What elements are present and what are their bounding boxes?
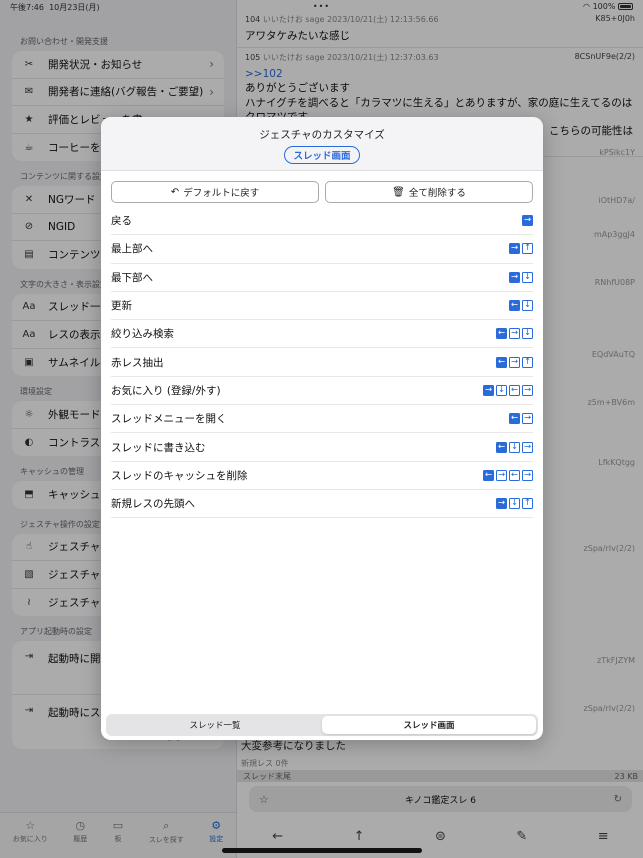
gesture-row[interactable]: 更新 ← ↓	[111, 292, 533, 321]
battery-icon	[618, 3, 633, 10]
arrow-icon: →	[522, 413, 533, 425]
gesture-arrows: → ↓ ← →	[483, 384, 533, 396]
multitask-dots[interactable]: •••	[313, 2, 330, 11]
gesture-row[interactable]: お気に入り (登録/外す) → ↓ ← →	[111, 377, 533, 406]
gesture-label: 更新	[111, 300, 132, 313]
gesture-row[interactable]: 赤レス抽出 ← → ↑	[111, 348, 533, 377]
arrow-icon: →	[522, 215, 533, 227]
arrow-icon: ←	[509, 384, 520, 396]
gesture-arrows: ← →	[509, 413, 533, 425]
gesture-arrows: ← → ↓	[496, 328, 533, 340]
delete-all-label: 全て削除する	[408, 188, 466, 199]
gesture-arrows: → ↑	[509, 243, 533, 255]
gesture-label: スレッドメニューを開く	[111, 413, 227, 426]
gesture-arrows: ← → ← →	[483, 469, 533, 481]
delete-all-button[interactable]: 🗑 全て削除する	[325, 181, 533, 203]
gesture-label: 最上部へ	[111, 243, 153, 256]
arrow-icon: ↓	[522, 300, 533, 312]
arrow-icon: →	[483, 384, 494, 396]
arrow-icon: →	[496, 498, 507, 510]
arrow-icon: →	[522, 384, 533, 396]
arrow-icon: →	[522, 469, 533, 481]
modal-title: ジェスチャのカスタマイズ	[259, 129, 385, 141]
status-time: 午後7:46	[10, 3, 44, 12]
gesture-label: 戻る	[111, 215, 132, 228]
screen-segmented-control: スレッド一覧 スレッド画面	[106, 714, 538, 736]
segment-tab[interactable]: スレッド一覧	[108, 716, 322, 734]
gesture-label: スレッドのキャッシュを削除	[111, 469, 248, 482]
gesture-label: 新規レスの先頭へ	[111, 498, 195, 511]
arrow-icon: ↓	[496, 384, 507, 396]
gesture-arrows: → ↓ ↑	[496, 498, 533, 510]
reset-default-label: デフォルトに戻す	[183, 188, 260, 199]
gesture-row[interactable]: 戻る →	[111, 207, 533, 236]
undo-icon: ↶	[170, 186, 180, 198]
arrow-icon: ←	[496, 328, 507, 340]
gesture-arrows: →	[522, 215, 533, 227]
gesture-row[interactable]: 最下部へ → ↓	[111, 264, 533, 292]
gesture-arrows: ← ↓	[509, 300, 533, 312]
arrow-icon: ↑	[522, 243, 533, 255]
status-bar: 午後7:46 10月23日(月) ••• ◠ 100%	[0, 0, 643, 14]
status-date: 10月23日(月)	[49, 3, 100, 12]
arrow-icon: →	[509, 271, 520, 283]
arrow-icon: ↑	[522, 498, 533, 510]
trash-icon: 🗑	[392, 186, 405, 198]
gesture-row[interactable]: 最上部へ → ↑	[111, 235, 533, 264]
gesture-row[interactable]: スレッドに書き込む ← ↓ →	[111, 433, 533, 462]
gesture-label: 赤レス抽出	[111, 356, 164, 369]
gesture-label: 絞り込み検索	[111, 328, 174, 341]
arrow-icon: ←	[509, 469, 520, 481]
gesture-arrows: → ↓	[509, 271, 533, 283]
battery-percent: 100%	[592, 2, 616, 11]
gesture-row[interactable]: スレッドのキャッシュを削除 ← → ← →	[111, 462, 533, 490]
arrow-icon: ↓	[509, 441, 520, 453]
arrow-icon: ↓	[509, 498, 520, 510]
segment-tab[interactable]: スレッド画面	[322, 716, 536, 734]
arrow-icon: ←	[496, 441, 507, 453]
gesture-list: 戻る → 最上部へ → ↑ 最下部へ → ↓ 更新 ← ↓ 絞り込み検索 ← → ↓ 赤レス抽出 ← → ↑ お気に入…	[101, 207, 543, 519]
arrow-icon: ↓	[522, 328, 533, 340]
arrow-icon: →	[522, 441, 533, 453]
arrow-icon: ↓	[522, 271, 533, 283]
screen-pill: スレッド画面	[284, 146, 360, 164]
modal-header: ジェスチャのカスタマイズ スレッド画面	[101, 117, 543, 171]
arrow-icon: ←	[509, 300, 520, 312]
reset-default-button[interactable]: ↶ デフォルトに戻す	[111, 181, 319, 203]
gesture-label: 最下部へ	[111, 271, 153, 284]
arrow-icon: ↑	[522, 356, 533, 368]
arrow-icon: →	[509, 328, 520, 340]
gesture-label: お気に入り (登録/外す)	[111, 384, 221, 397]
arrow-icon: ←	[483, 469, 494, 481]
action-buttons: ↶ デフォルトに戻す 🗑 全て削除する	[101, 171, 543, 207]
arrow-icon: ←	[509, 413, 520, 425]
status-time-date: 午後7:46 10月23日(月)	[10, 2, 100, 12]
home-indicator	[222, 848, 422, 853]
gesture-customize-modal: ジェスチャのカスタマイズ スレッド画面 ↶ デフォルトに戻す 🗑 全て削除する …	[101, 117, 543, 740]
gesture-arrows: ← ↓ →	[496, 441, 533, 453]
arrow-icon: →	[509, 243, 520, 255]
arrow-icon: ←	[496, 356, 507, 368]
arrow-icon: →	[509, 356, 520, 368]
gesture-label: スレッドに書き込む	[111, 441, 206, 454]
gesture-row[interactable]: スレッドメニューを開く ← →	[111, 405, 533, 434]
status-right: ◠ 100%	[583, 2, 633, 12]
gesture-row[interactable]: 絞り込み検索 ← → ↓	[111, 320, 533, 349]
gesture-row[interactable]: 新規レスの先頭へ → ↓ ↑	[111, 490, 533, 519]
arrow-icon: →	[496, 469, 507, 481]
gesture-arrows: ← → ↑	[496, 356, 533, 368]
wifi-icon: ◠	[583, 2, 591, 11]
